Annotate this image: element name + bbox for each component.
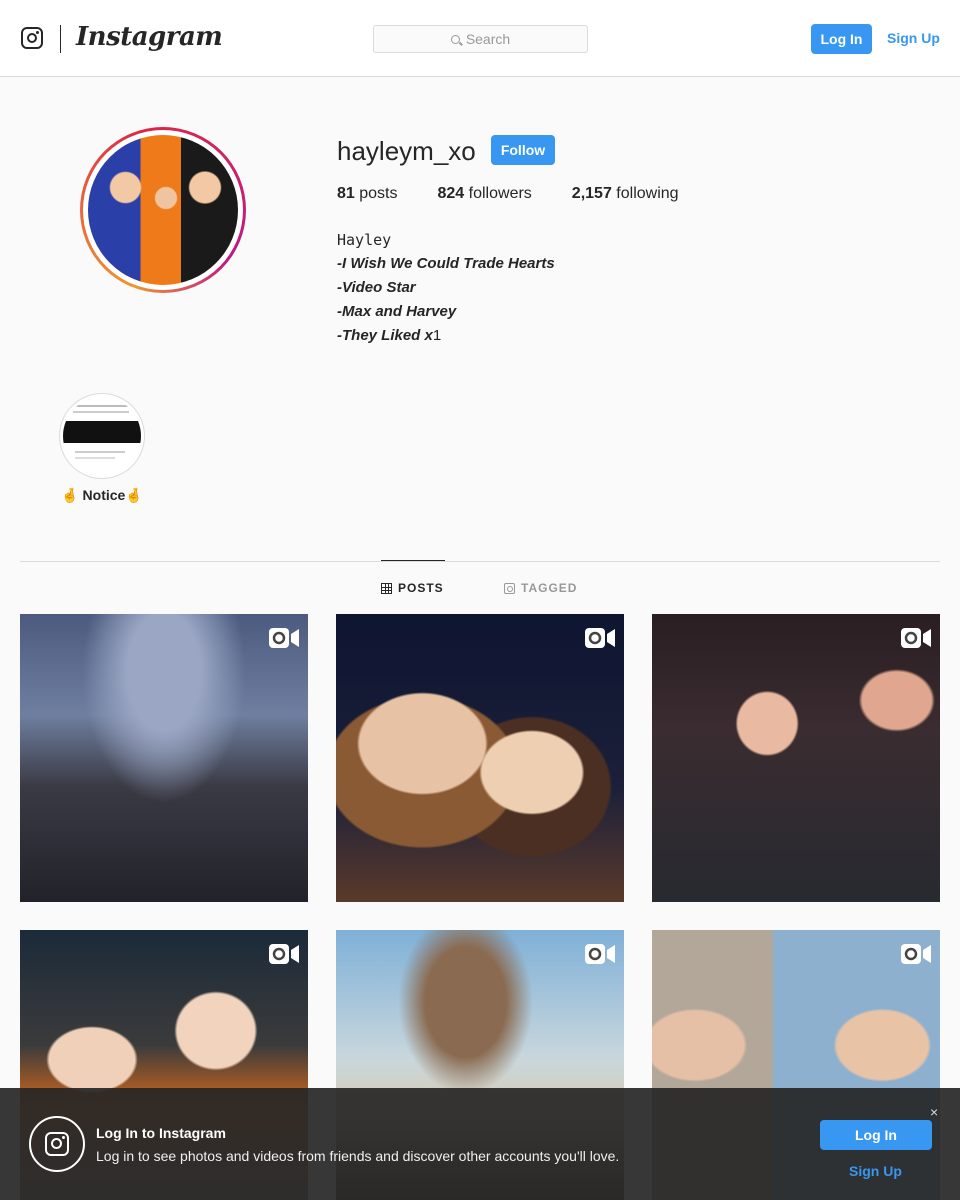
followers-label: followers [468, 185, 532, 202]
login-prompt-banner: Log In to Instagram Log in to see photos… [0, 1088, 960, 1200]
bio-line-4: -They Liked x1 [337, 324, 555, 348]
search-icon [450, 34, 460, 44]
highlight-label: 🤞 Notice🤞 [61, 487, 143, 503]
profile-bio: Hayley -I Wish We Could Trade Hearts -Vi… [337, 228, 555, 348]
video-camera-icon [585, 944, 615, 964]
instagram-logo-icon [29, 1116, 85, 1172]
tab-tagged[interactable]: TAGGED [504, 581, 577, 595]
close-icon[interactable]: × [930, 1104, 938, 1120]
bio-line-2: -Video Star [337, 279, 416, 296]
tab-tagged-label: TAGGED [521, 581, 578, 595]
story-highlight[interactable]: 🤞 Notice🤞 [59, 393, 145, 504]
bio-line-3: -Max and Harvey [337, 303, 457, 320]
grid-icon [381, 582, 392, 594]
search-input[interactable]: Search [373, 25, 588, 53]
video-camera-icon [901, 628, 931, 648]
tab-posts-label: POSTS [398, 581, 444, 595]
video-camera-icon [269, 628, 299, 648]
post-thumbnail[interactable] [20, 614, 308, 902]
video-camera-icon [585, 628, 615, 648]
follow-button[interactable]: Follow [491, 135, 555, 165]
avatar-photo [88, 135, 238, 285]
post-thumbnail[interactable] [336, 614, 624, 902]
banner-title: Log In to Instagram [96, 1125, 226, 1141]
posts-label: posts [359, 185, 398, 202]
bio-line-1: -I Wish We Could Trade Hearts [337, 255, 555, 272]
posts-count: 81 [337, 185, 355, 202]
tab-posts[interactable]: POSTS [381, 581, 444, 595]
instagram-wordmark[interactable]: Instagram [76, 22, 223, 52]
cover-text-line [75, 451, 125, 453]
stat-followers[interactable]: 824 followers [438, 185, 532, 203]
following-label: following [616, 185, 679, 202]
tagged-photo-icon [504, 582, 515, 594]
instagram-glyph-icon [45, 1132, 69, 1156]
profile-username: hayleym_xo [337, 136, 476, 166]
search-placeholder: Search [465, 31, 511, 47]
stat-posts: 81 posts [337, 185, 398, 203]
stat-following[interactable]: 2,157 following [572, 185, 679, 203]
highlight-cover-image [63, 397, 141, 475]
banner-signup-link[interactable]: Sign Up [849, 1163, 902, 1179]
cover-caption-band [63, 421, 141, 443]
post-thumbnail[interactable] [652, 614, 940, 902]
video-camera-icon [901, 944, 931, 964]
cover-text-line [67, 405, 135, 407]
video-camera-icon [269, 944, 299, 964]
bio-line-4-text: -They Liked x [337, 327, 433, 344]
bio-name: Hayley [337, 231, 392, 249]
instagram-glyph-icon[interactable] [21, 27, 43, 49]
bio-line-4-suffix: 1 [432, 327, 442, 344]
following-count: 2,157 [571, 185, 612, 202]
followers-count: 824 [437, 185, 465, 202]
cover-text-line [75, 457, 115, 459]
banner-text: Log in to see photos and videos from fri… [96, 1148, 620, 1164]
nav-divider [60, 25, 61, 53]
login-button[interactable]: Log In [811, 24, 872, 54]
profile-stats: 81 posts 824 followers 2,157 following [337, 185, 719, 203]
banner-login-button[interactable]: Log In [820, 1120, 932, 1150]
highlight-cover [59, 393, 145, 479]
cover-text-line [73, 411, 129, 413]
tabs-divider [20, 561, 940, 562]
avatar-inner [83, 130, 243, 290]
profile-avatar[interactable] [80, 127, 246, 293]
top-nav: Instagram Search Log In Sign Up [0, 0, 960, 77]
signup-link[interactable]: Sign Up [887, 30, 940, 46]
active-tab-indicator [381, 560, 445, 561]
